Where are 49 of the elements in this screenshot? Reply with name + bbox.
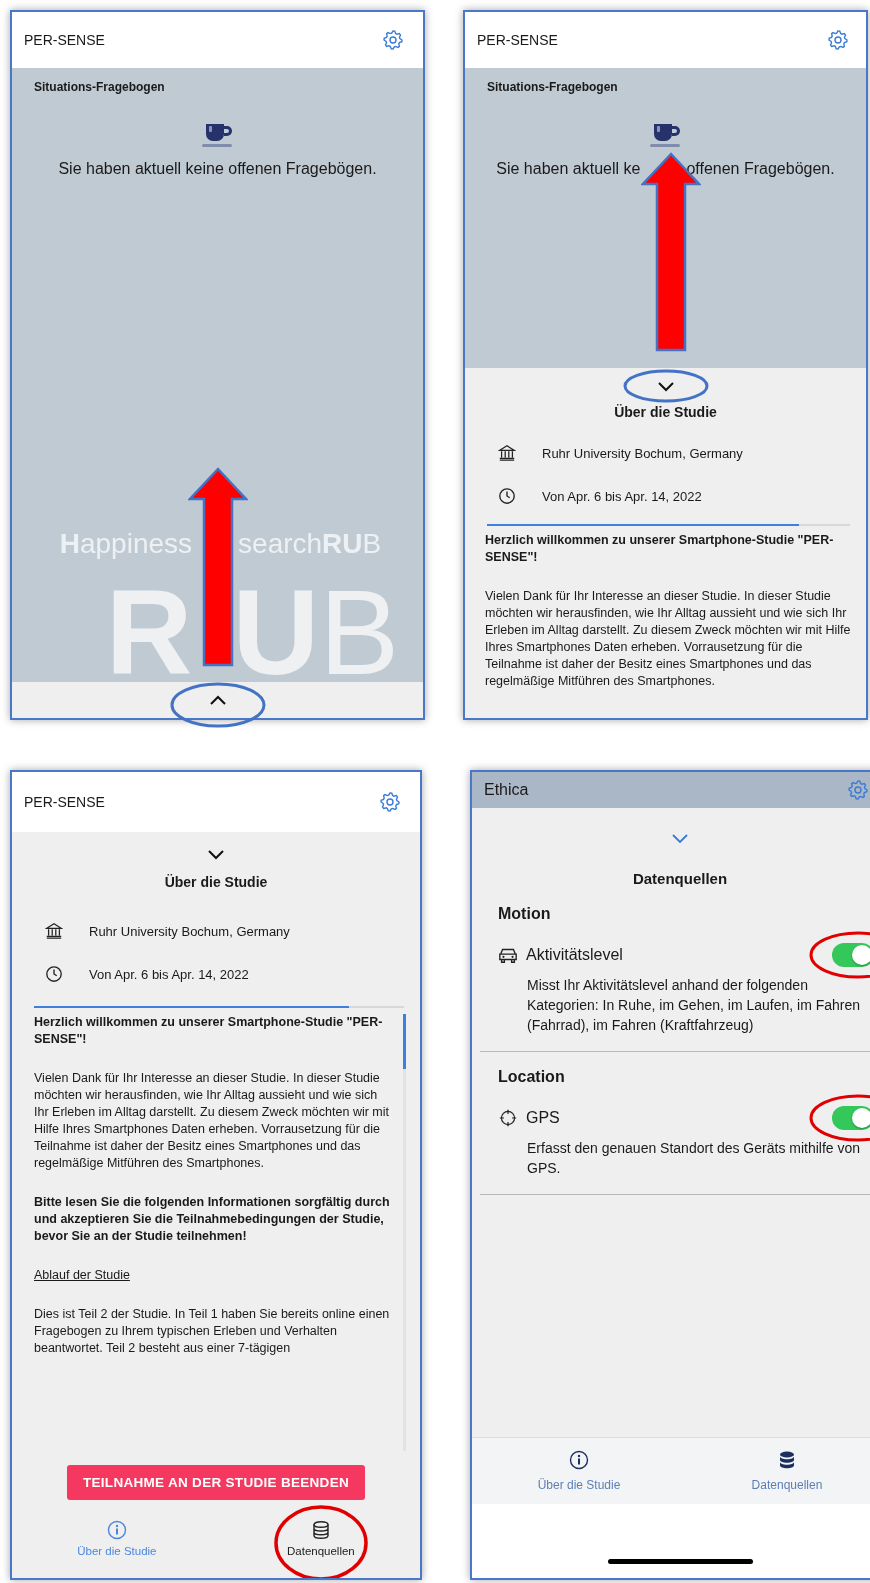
settings-icon[interactable]: [828, 30, 848, 50]
paragraph: Bitte lesen Sie die folgenden Informationen sorgfältig durch und akzeptieren Sie die Teilnahmebedingungen der Studie, bevor Sie an der Studie teilnehmen!: [34, 1194, 391, 1245]
toggle-switch[interactable]: [832, 1106, 870, 1130]
info-icon: [569, 1450, 589, 1470]
info-text: Ruhr University Bochum, Germany: [542, 445, 743, 461]
source-description: Erfasst den genauen Standort des Geräts mithilfe von GPS.: [527, 1139, 862, 1178]
car-icon: [498, 946, 518, 964]
paragraph: Vielen Dank für Ihr Interesse an dieser Studie. In dieser Studie möchten wir herausfinden, wie Ihr Alltag aussieht und wie sich Ihr Erleben im Alltag darstellt. Zu diesem Zweck möchten wir mit Hilfe Ihres Smartphones Daten erheben. Vorrausetzung für die Teilnahme ist daher der Besitz eines Smartphones und das regelmäßige Mitführen des Smartphones.: [485, 588, 852, 690]
source-name: GPS: [526, 1109, 561, 1127]
app-title: Ethica: [484, 781, 529, 799]
paragraph: Herzlich willkommen zu unserer Smartphone-Studie "PER-SENSE"!: [485, 532, 835, 566]
app-title: PER-SENSE: [477, 32, 558, 48]
toggle-switch[interactable]: [832, 943, 870, 967]
info-text: Ruhr University Bochum, Germany: [89, 923, 290, 939]
app-title: PER-SENSE: [24, 794, 105, 810]
sheet-title: Datenquellen: [632, 870, 728, 887]
source-name: Aktivitätslevel: [526, 946, 624, 964]
empty-message: Sie haben aktuell keine offenen Fragebögen.: [58, 160, 377, 178]
end-study-button[interactable]: TEILNAHME AN DER STUDIE BEENDEN: [66, 1465, 366, 1500]
sheet-title: Über die Studie: [614, 404, 717, 420]
section-title: Situations-Fragebogen: [487, 80, 618, 94]
info-text: Von Apr. 6 bis Apr. 14, 2022: [542, 488, 702, 504]
group-title: Motion: [498, 905, 552, 923]
info-text: Von Apr. 6 bis Apr. 14, 2022: [89, 966, 249, 982]
section-title: Situations-Fragebogen: [34, 80, 165, 94]
paragraph: Herzlich willkommen zu unserer Smartphone-Studie "PER-SENSE"!: [34, 1014, 384, 1048]
settings-icon[interactable]: [380, 792, 400, 812]
institution-icon: [498, 444, 516, 462]
settings-icon[interactable]: [383, 30, 403, 50]
chevron-down-icon[interactable]: [206, 848, 226, 860]
empty-message: offenen Fragebögen.: [686, 160, 835, 178]
chevron-down-icon[interactable]: [655, 380, 676, 392]
tab[interactable]: Über die Studie: [73, 1514, 161, 1578]
tab[interactable]: Datenquellen: [745, 1438, 829, 1504]
crosshair-icon: [498, 1109, 518, 1127]
institution-icon: [45, 922, 63, 940]
paragraph: Ablauf der Studie: [34, 1267, 131, 1284]
source-description: Misst Ihr Aktivitätslevel anhand der folgenden Kategorien: In Ruhe, im Gehen, im Laufen, im Fahren (Fahrrad), im Fahren (Kraftfahrzeug): [527, 976, 862, 1035]
tab[interactable]: Über die Studie: [531, 1438, 627, 1504]
info-icon: [106, 1520, 127, 1540]
clock-icon: [45, 965, 63, 983]
sheet-title: Über die Studie: [164, 874, 268, 890]
app-title: PER-SENSE: [24, 32, 105, 48]
empty-message: Sie haben aktuell ke: [496, 160, 641, 178]
paragraph: Dies ist Teil 2 der Studie. In Teil 1 haben Sie bereits online einen Fragebogen zu Ihrem typischen Erleben und Verhalten beantwortet. Teil 2 besteht aus einer 7-tägigen: [34, 1306, 391, 1357]
database-icon: [310, 1520, 331, 1540]
group-title: Location: [498, 1068, 566, 1086]
paragraph: Vielen Dank für Ihr Interesse an dieser Studie. In dieser Studie möchten wir herausfinden, wie Ihr Alltag aussieht und wie sich Ihr Erleben im Alltag darstellt. Zu diesem Zweck möchten wir mit Hilfe Ihres Smartphones Daten erheben. Vorrausetzung für die Teilnahme ist daher der Besitz eines Smartphones und das regelmäßige Mitführen des Smartphones.: [34, 1070, 390, 1172]
clock-icon: [498, 487, 516, 505]
